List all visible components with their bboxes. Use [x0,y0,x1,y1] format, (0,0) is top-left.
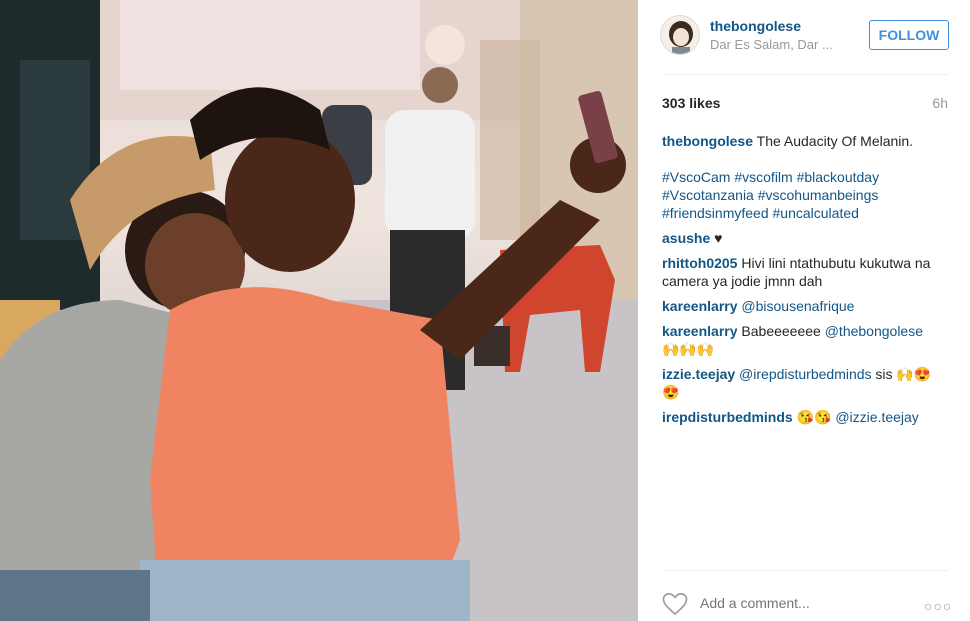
author-avatar[interactable] [660,15,700,55]
comment-mention[interactable]: @izzie.teejay [835,409,918,425]
comment-item: kareenlarry Babeeeeeee @thebongolese 🙌🙌🙌 [662,322,950,358]
post-location[interactable]: Dar Es Salam, Dar ... [710,37,850,52]
post-side-panel: thebongolese Dar Es Salam, Dar ... FOLLO… [638,0,970,621]
comment-text-value: ♥ [714,230,723,246]
post-time[interactable]: 6h [932,95,948,111]
comments-list: thebongolese The Audacity Of Melanin. #V… [662,132,950,433]
comment-username[interactable]: irepdisturbedminds [662,409,793,425]
comment-username[interactable]: asushe [662,230,710,246]
comment-text: ♥ [714,230,722,246]
comment-username[interactable]: kareenlarry [662,298,738,314]
likes-count[interactable]: 303 likes [662,95,720,111]
post-photo[interactable] [0,0,638,621]
comment-username[interactable]: rhittoh0205 [662,255,737,271]
heart-icon[interactable] [662,592,688,616]
comment-text: 😘😘 @izzie.teejay [797,409,919,425]
comment-text-value: 😘😘 [796,409,836,425]
comment-mention[interactable]: @bisousenafrique [741,298,854,314]
author-username[interactable]: thebongolese [710,18,801,34]
comment-mention[interactable]: @thebongolese [825,323,923,339]
caption-text: The Audacity Of Melanin. [757,133,913,149]
avatar-illustration [661,16,699,54]
comment-item: irepdisturbedminds 😘😘 @izzie.teejay [662,408,950,426]
comment-mention[interactable]: @irepdisturbedminds [739,366,872,382]
photo-illustration [0,0,638,621]
comment-text: @bisousenafrique [741,298,854,314]
comment-item: rhittoh0205 Hivi lini ntathubutu kukutwa… [662,254,950,290]
caption-username[interactable]: thebongolese [662,133,753,149]
caption-text-value: The Audacity Of Melanin. [756,133,914,149]
caption-hashtags[interactable]: #VscoCam #vscofilm #blackoutday #Vscotan… [662,168,950,222]
comment-item: izzie.teejay @irepdisturbedminds sis 🙌😍 … [662,365,950,401]
header-divider [662,74,948,75]
comment-item: asushe ♥ [662,229,950,247]
footer-divider [662,570,948,571]
add-comment-input[interactable] [700,594,900,612]
heart-icon-graphic [662,592,688,616]
comment-username[interactable]: kareenlarry [662,323,738,339]
comment-item: kareenlarry @bisousenafrique [662,297,950,315]
comment-emoji: 🙌🙌🙌 [662,341,715,357]
more-options-icon[interactable]: ○○○ [924,598,952,614]
comment-text-value: Babeeeeeee [741,323,825,339]
caption: thebongolese The Audacity Of Melanin. #V… [662,132,950,222]
post-header: thebongolese Dar Es Salam, Dar ... FOLLO… [638,0,970,75]
follow-button[interactable]: FOLLOW [869,20,949,50]
comment-username[interactable]: izzie.teejay [662,366,735,382]
post-stats: 303 likes 6h [662,95,950,113]
